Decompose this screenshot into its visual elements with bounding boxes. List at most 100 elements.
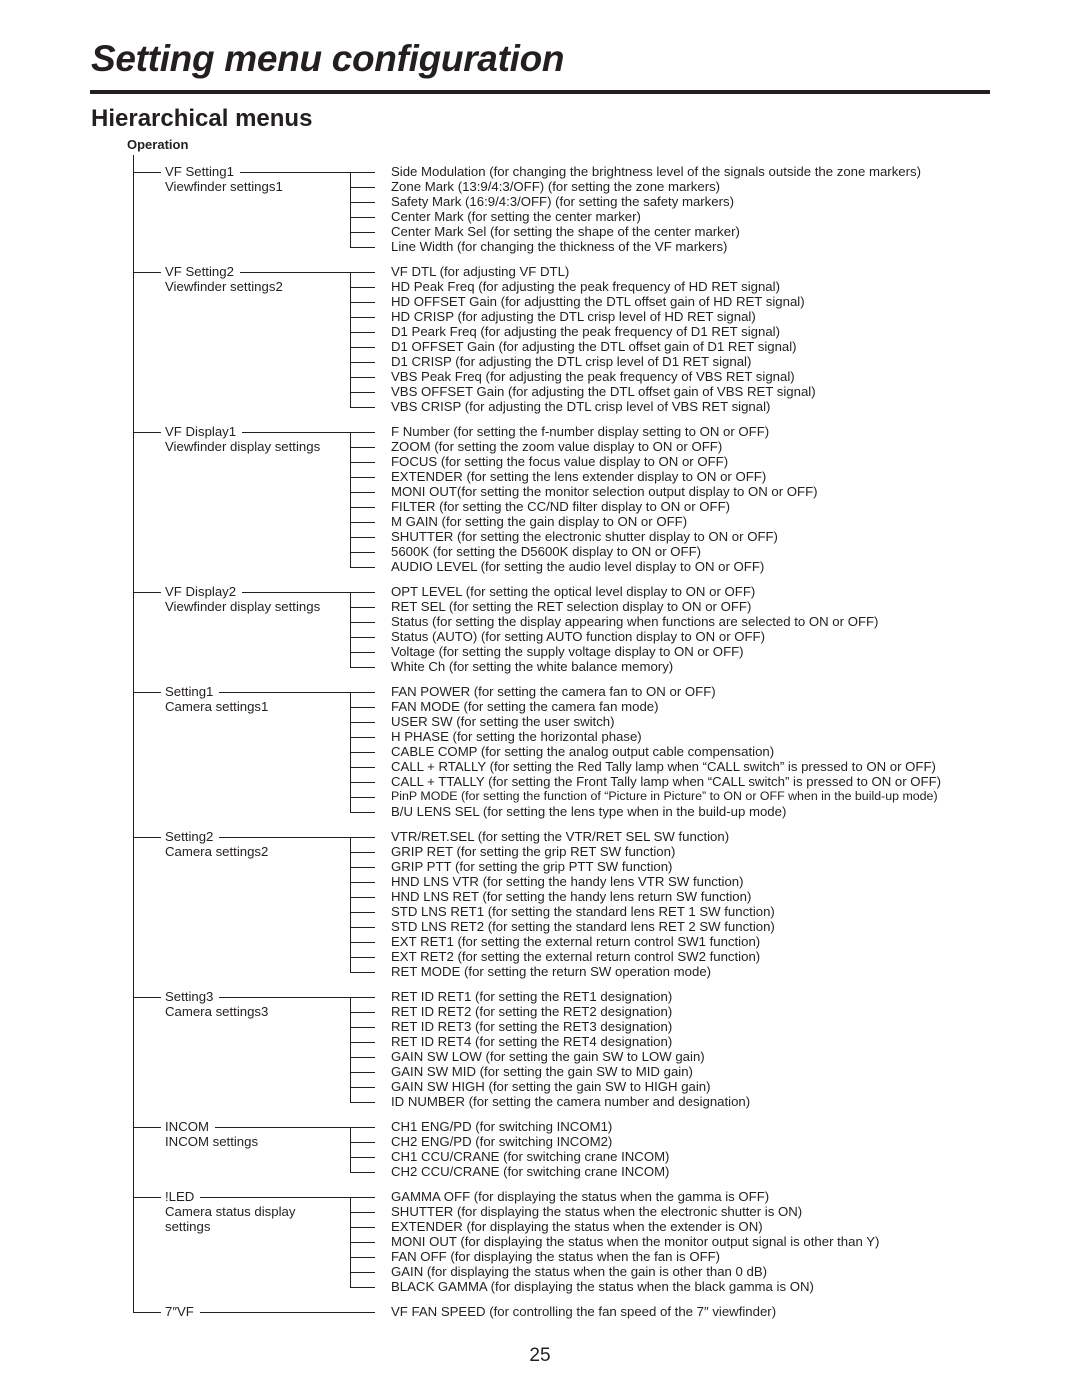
- menu-item: Side Modulation (for changing the bright…: [391, 164, 921, 179]
- trunk-connector: [133, 837, 161, 838]
- trunk-connector: [133, 997, 161, 998]
- leaf-tick: [350, 1272, 375, 1273]
- menu-group-name: Setting3: [165, 989, 218, 1004]
- leaf-tick: [350, 852, 375, 853]
- menu-item: Zone Mark (13:9/4:3/OFF) (for setting th…: [391, 179, 721, 194]
- trunk-connector: [133, 1127, 161, 1128]
- menu-item: RET SEL (for setting the RET selection d…: [391, 599, 752, 614]
- menu-group: Setting1 Camera settings1: [165, 684, 268, 714]
- menu-item: B/U LENS SEL (for setting the lens type …: [391, 804, 787, 819]
- leaf-tick: [350, 882, 375, 883]
- menu-item: USER SW (for setting the user switch): [391, 714, 615, 729]
- leaf-tick: [350, 652, 375, 653]
- menu-item: MONI OUT(for setting the monitor selecti…: [391, 484, 818, 499]
- trunk-connector: [133, 272, 161, 273]
- leaf-tick: [350, 957, 375, 958]
- bracket-line: [350, 172, 351, 247]
- group-connector: [239, 272, 350, 273]
- trunk-line: [133, 155, 134, 1313]
- leaf-tick: [350, 692, 375, 693]
- leaf-tick: [350, 1197, 375, 1198]
- leaf-tick: [350, 607, 375, 608]
- leaf-tick: [350, 1242, 375, 1243]
- menu-item: White Ch (for setting the white balance …: [391, 659, 674, 674]
- leaf-tick: [350, 782, 375, 783]
- leaf-tick: [350, 667, 375, 668]
- trunk-connector: [133, 692, 161, 693]
- menu-group: 7″VF: [165, 1304, 198, 1319]
- leaf-tick: [350, 1072, 375, 1073]
- bracket-line: [350, 592, 351, 667]
- menu-group-description: settings: [165, 1219, 211, 1234]
- leaf-tick: [350, 362, 375, 363]
- menu-item: RET MODE (for setting the return SW oper…: [391, 964, 712, 979]
- menu-group: Setting3 Camera settings3: [165, 989, 268, 1019]
- menu-group-name: VF Setting2: [165, 264, 238, 279]
- leaf-tick: [350, 837, 375, 838]
- leaf-tick: [350, 477, 375, 478]
- menu-item: H PHASE (for setting the horizontal phas…: [391, 729, 642, 744]
- menu-item: VBS CRISP (for adjusting the DTL crisp l…: [391, 399, 771, 414]
- menu-item: EXTENDER (for displaying the status when…: [391, 1219, 763, 1234]
- menu-item: VBS OFFSET Gain (for adjusting the DTL o…: [391, 384, 816, 399]
- menu-item: ID NUMBER (for setting the camera number…: [391, 1094, 751, 1109]
- menu-item: RET ID RET3 (for setting the RET3 design…: [391, 1019, 673, 1034]
- leaf-tick: [350, 332, 375, 333]
- menu-group-description: Viewfinder display settings: [165, 599, 321, 614]
- menu-item: ZOOM (for setting the zoom value display…: [391, 439, 723, 454]
- leaf-tick: [350, 377, 375, 378]
- menu-group-name: Setting1: [165, 684, 218, 699]
- menu-item: RET ID RET4 (for setting the RET4 design…: [391, 1034, 673, 1049]
- leaf-tick: [350, 317, 375, 318]
- menu-group-description: Camera settings2: [165, 844, 269, 859]
- menu-item: Status (AUTO) (for setting AUTO function…: [391, 629, 766, 644]
- leaf-tick: [350, 1012, 375, 1013]
- leaf-tick: [350, 1027, 375, 1028]
- menu-item: PinP MODE (for setting the function of “…: [391, 789, 938, 803]
- menu-item: OPT LEVEL (for setting the optical level…: [391, 584, 756, 599]
- leaf-tick: [350, 1087, 375, 1088]
- menu-item: CALL + TTALLY (for setting the Front Tal…: [391, 774, 942, 789]
- leaf-tick: [350, 897, 375, 898]
- menu-group-name: VF Display2: [165, 584, 241, 599]
- leaf-tick: [350, 202, 375, 203]
- menu-item: STD LNS RET1 (for setting the standard l…: [391, 904, 775, 919]
- menu-item: BLACK GAMMA (for displaying the status w…: [391, 1279, 814, 1294]
- menu-item: FILTER (for setting the CC/ND filter dis…: [391, 499, 731, 514]
- leaf-tick: [350, 1102, 375, 1103]
- menu-group: VF Setting1 Viewfinder settings1: [165, 164, 283, 194]
- bracket-line: [350, 1127, 351, 1172]
- menu-item: HND LNS RET (for setting the handy lens …: [391, 889, 752, 904]
- bracket-line: [350, 692, 351, 812]
- menu-item: FAN MODE (for setting the camera fan mod…: [391, 699, 659, 714]
- menu-group-description: Viewfinder settings1: [165, 179, 283, 194]
- leaf-tick: [350, 867, 375, 868]
- menu-item: GAIN SW LOW (for setting the gain SW to …: [391, 1049, 705, 1064]
- leaf-tick: [350, 537, 375, 538]
- leaf-tick: [350, 707, 375, 708]
- menu-group: Setting2 Camera settings2: [165, 829, 268, 859]
- menu-item: GRIP RET (for setting the grip RET SW fu…: [391, 844, 676, 859]
- menu-group-name: 7″VF: [165, 1304, 198, 1319]
- menu-group: VF Display2 Viewfinder display settings: [165, 584, 320, 614]
- menu-item: CH2 CCU/CRANE (for switching crane INCOM…: [391, 1164, 670, 1179]
- menu-item: HD Peak Freq (for adjusting the peak fre…: [391, 279, 780, 294]
- menu-item: CABLE COMP (for setting the analog outpu…: [391, 744, 775, 759]
- menu-group-name: Setting2: [165, 829, 218, 844]
- bracket-line: [350, 837, 351, 972]
- page-number: 25: [529, 1345, 551, 1366]
- menu-item: VF DTL (for adjusting VF DTL): [391, 264, 570, 279]
- trunk-connector: [133, 592, 161, 593]
- menu-item: SHUTTER (for setting the electronic shut…: [391, 529, 778, 544]
- menu-item: HND LNS VTR (for setting the handy lens …: [391, 874, 744, 889]
- leaf-tick: [350, 797, 375, 798]
- menu-group: INCOM INCOM settings: [165, 1119, 258, 1149]
- leaf-tick: [350, 217, 375, 218]
- group-connector: [242, 592, 350, 593]
- menu-group-description: Camera settings1: [165, 699, 269, 714]
- leaf-tick: [350, 287, 375, 288]
- leaf-tick: [350, 507, 375, 508]
- menu-group-description: Viewfinder settings2: [165, 279, 283, 294]
- menu-group-description: INCOM settings: [165, 1134, 259, 1149]
- menu-item: AUDIO LEVEL (for setting the audio level…: [391, 559, 765, 574]
